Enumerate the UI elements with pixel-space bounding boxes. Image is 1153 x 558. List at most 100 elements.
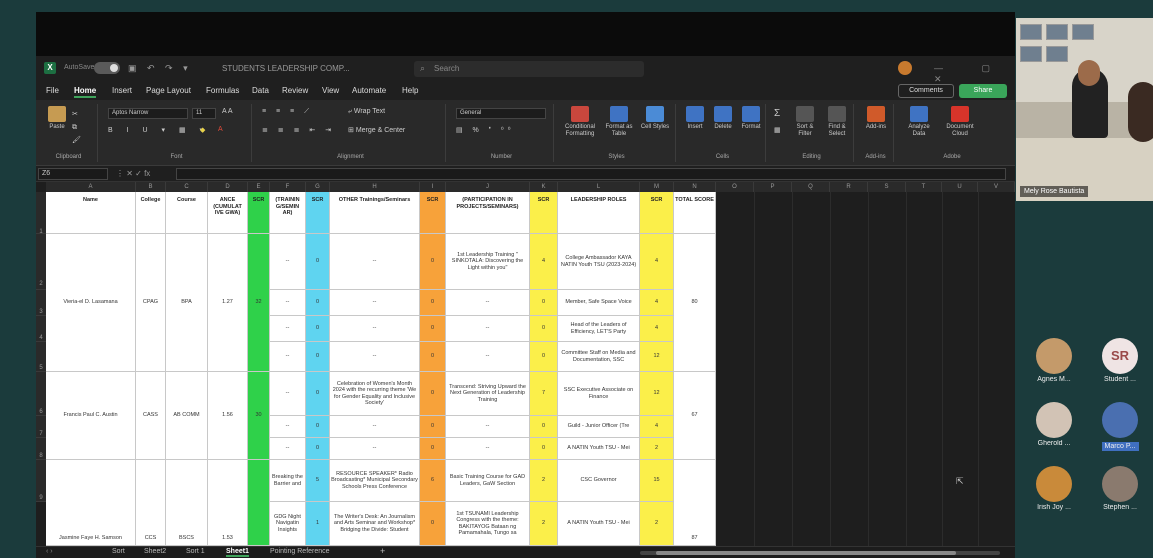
training-cell[interactable]: -- — [270, 316, 306, 342]
header-training-score[interactable]: SCR — [306, 192, 330, 234]
row-header[interactable]: 6 — [36, 372, 46, 416]
font-size-grow-icon[interactable]: A A — [222, 108, 233, 115]
column-header[interactable]: I — [420, 182, 446, 192]
column-header[interactable]: K — [530, 182, 558, 192]
other-training-cell[interactable]: Celebration of Women's Month 2024 with t… — [330, 372, 420, 416]
sheet-tab-active[interactable]: Sheet1 — [226, 548, 249, 557]
other-score-cell[interactable]: 0 — [420, 438, 446, 460]
other-training-cell[interactable]: -- — [330, 416, 420, 438]
column-header[interactable]: O — [716, 182, 754, 192]
student-college[interactable]: CCS — [136, 460, 166, 546]
other-score-cell[interactable]: 0 — [420, 416, 446, 438]
file-name[interactable]: STUDENTS LEADERSHIP COMP... — [222, 64, 350, 73]
training-cell[interactable]: GDG Night Navigatin Insights — [270, 502, 306, 546]
leadership-score-cell[interactable]: 2 — [640, 438, 674, 460]
other-score-cell[interactable]: 0 — [420, 342, 446, 372]
horizontal-scrollbar[interactable] — [640, 551, 1000, 555]
project-cell[interactable]: -- — [446, 438, 530, 460]
project-score-cell[interactable]: 0 — [530, 438, 558, 460]
leadership-cell[interactable]: Member, Safe Space Voice — [558, 290, 640, 316]
tab-review[interactable]: Review — [282, 86, 308, 95]
tab-insert[interactable]: Insert — [112, 86, 132, 95]
column-header[interactable]: E — [248, 182, 270, 192]
project-cell[interactable]: -- — [446, 290, 530, 316]
student-gwa[interactable]: 1.53 — [208, 460, 248, 546]
leadership-score-cell[interactable]: 4 — [640, 290, 674, 316]
column-header[interactable]: P — [754, 182, 792, 192]
comments-button[interactable]: Comments — [898, 84, 954, 98]
number-format-box[interactable]: General — [456, 108, 546, 119]
row-header[interactable]: 2 — [36, 234, 46, 290]
project-score-cell[interactable]: 2 — [530, 502, 558, 546]
column-header[interactable]: A — [46, 182, 136, 192]
training-cell[interactable]: -- — [270, 416, 306, 438]
gwa-score-cell[interactable]: 32 — [248, 234, 270, 372]
sheet-tab[interactable]: Pointing Reference — [270, 548, 330, 555]
column-header[interactable]: C — [166, 182, 208, 192]
participant-tile[interactable]: Marco P... — [1090, 402, 1150, 456]
row-header[interactable]: 1 — [36, 192, 46, 235]
leadership-score-cell[interactable]: 12 — [640, 342, 674, 372]
search-input[interactable]: ⌕ Search — [414, 61, 644, 77]
project-cell[interactable]: -- — [446, 416, 530, 438]
training-score-cell[interactable]: 5 — [306, 460, 330, 502]
training-cell[interactable]: -- — [270, 438, 306, 460]
project-cell[interactable]: 1st Leadership Training " SINKOTALA: Dis… — [446, 234, 530, 290]
leadership-cell[interactable]: Head of the Leaders of Efficiency, LET'S… — [558, 316, 640, 342]
participant-tile[interactable]: Stephen ... — [1090, 466, 1150, 511]
student-gwa[interactable]: 1.27 — [208, 234, 248, 372]
student-college[interactable]: CASS — [136, 372, 166, 460]
other-score-cell[interactable]: 0 — [420, 234, 446, 290]
header-leadership-score[interactable]: SCR — [640, 192, 674, 234]
autosum-icon[interactable]: Σ — [774, 108, 780, 119]
leadership-score-cell[interactable]: 15 — [640, 460, 674, 502]
column-header[interactable]: U — [942, 182, 978, 192]
participant-tile[interactable]: SR Student ... — [1090, 338, 1150, 383]
training-cell[interactable]: -- — [270, 290, 306, 316]
training-score-cell[interactable]: 0 — [306, 416, 330, 438]
addins-button[interactable]: Add-ins — [862, 106, 890, 131]
quick-access-icons[interactable]: ▣ ↶ ↷ ▾ — [128, 63, 192, 74]
training-score-cell[interactable]: 0 — [306, 372, 330, 416]
project-score-cell[interactable]: 2 — [530, 460, 558, 502]
cut-icon[interactable]: ✂ — [72, 110, 78, 118]
format-as-table-button[interactable]: Format as Table — [602, 106, 636, 138]
copy-icon[interactable]: ⧉ — [72, 124, 77, 132]
header-gwa[interactable]: ANCE (CUMULAT IVE GWA) — [208, 192, 248, 234]
sheet-tab[interactable]: Sheet2 — [144, 548, 166, 555]
project-score-cell[interactable]: 0 — [530, 416, 558, 438]
total-score-cell[interactable]: 87 — [674, 460, 716, 546]
participant-tile[interactable]: Gherold ... — [1024, 402, 1084, 447]
column-header[interactable]: F — [270, 182, 306, 192]
column-header[interactable]: L — [558, 182, 640, 192]
find-select-button[interactable]: Find & Select — [822, 106, 852, 138]
delete-cells-button[interactable]: Delete — [710, 106, 736, 131]
leadership-score-cell[interactable]: 4 — [640, 416, 674, 438]
conditional-formatting-button[interactable]: Conditional Formatting — [560, 106, 600, 138]
function-icon[interactable]: ⋮ ✕ ✓ fx — [116, 169, 150, 178]
training-score-cell[interactable]: 0 — [306, 438, 330, 460]
training-score-cell[interactable]: 0 — [306, 290, 330, 316]
row-header[interactable]: 3 — [36, 290, 46, 316]
project-cell[interactable]: -- — [446, 342, 530, 372]
empty-cells-area[interactable] — [716, 192, 1015, 546]
other-training-cell[interactable]: -- — [330, 316, 420, 342]
formula-input[interactable] — [176, 168, 1006, 180]
gwa-score-cell[interactable] — [248, 460, 270, 546]
student-name[interactable]: Vieria-el D. Lasamana — [46, 234, 136, 372]
training-score-cell[interactable]: 0 — [306, 316, 330, 342]
account-avatar[interactable] — [898, 61, 912, 75]
column-header[interactable]: G — [306, 182, 330, 192]
header-college[interactable]: College — [136, 192, 166, 234]
font-style-buttons[interactable]: B I U ▾ ▦ ▾ — [108, 126, 209, 134]
project-score-cell[interactable]: 0 — [530, 342, 558, 372]
tab-nav-arrows[interactable]: ‹ › — [46, 548, 53, 555]
leadership-cell[interactable]: College Ambassador KAYA NATIN Youth TSU … — [558, 234, 640, 290]
column-header[interactable]: Q — [792, 182, 830, 192]
student-course[interactable]: AB COMM — [166, 372, 208, 460]
row-header[interactable]: 8 — [36, 438, 46, 460]
header-leadership[interactable]: LEADERSHIP ROLES — [558, 192, 640, 234]
column-header[interactable]: V — [978, 182, 1015, 192]
participant-tile[interactable]: Agnes M... — [1024, 338, 1084, 383]
project-cell[interactable]: -- — [446, 316, 530, 342]
